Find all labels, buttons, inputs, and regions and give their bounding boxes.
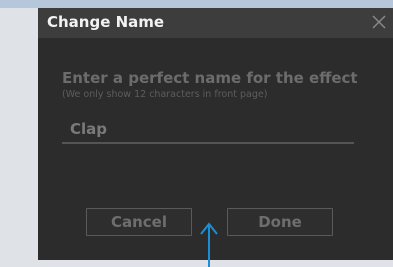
done-button[interactable]: Done <box>227 208 333 236</box>
done-button-label: Done <box>258 213 302 231</box>
dialog-heading: Enter a perfect name for the effect <box>62 69 358 87</box>
window-top-strip <box>0 0 393 8</box>
effect-name-input[interactable] <box>62 116 354 144</box>
close-icon[interactable] <box>369 12 389 32</box>
cancel-button[interactable]: Cancel <box>86 208 192 236</box>
dialog-title: Change Name <box>47 13 165 31</box>
cancel-button-label: Cancel <box>110 213 167 231</box>
dialog-titlebar: Change Name <box>38 8 393 38</box>
character-limit-note: (We only show 12 characters in front pag… <box>62 89 268 100</box>
up-arrow-icon <box>200 222 218 267</box>
